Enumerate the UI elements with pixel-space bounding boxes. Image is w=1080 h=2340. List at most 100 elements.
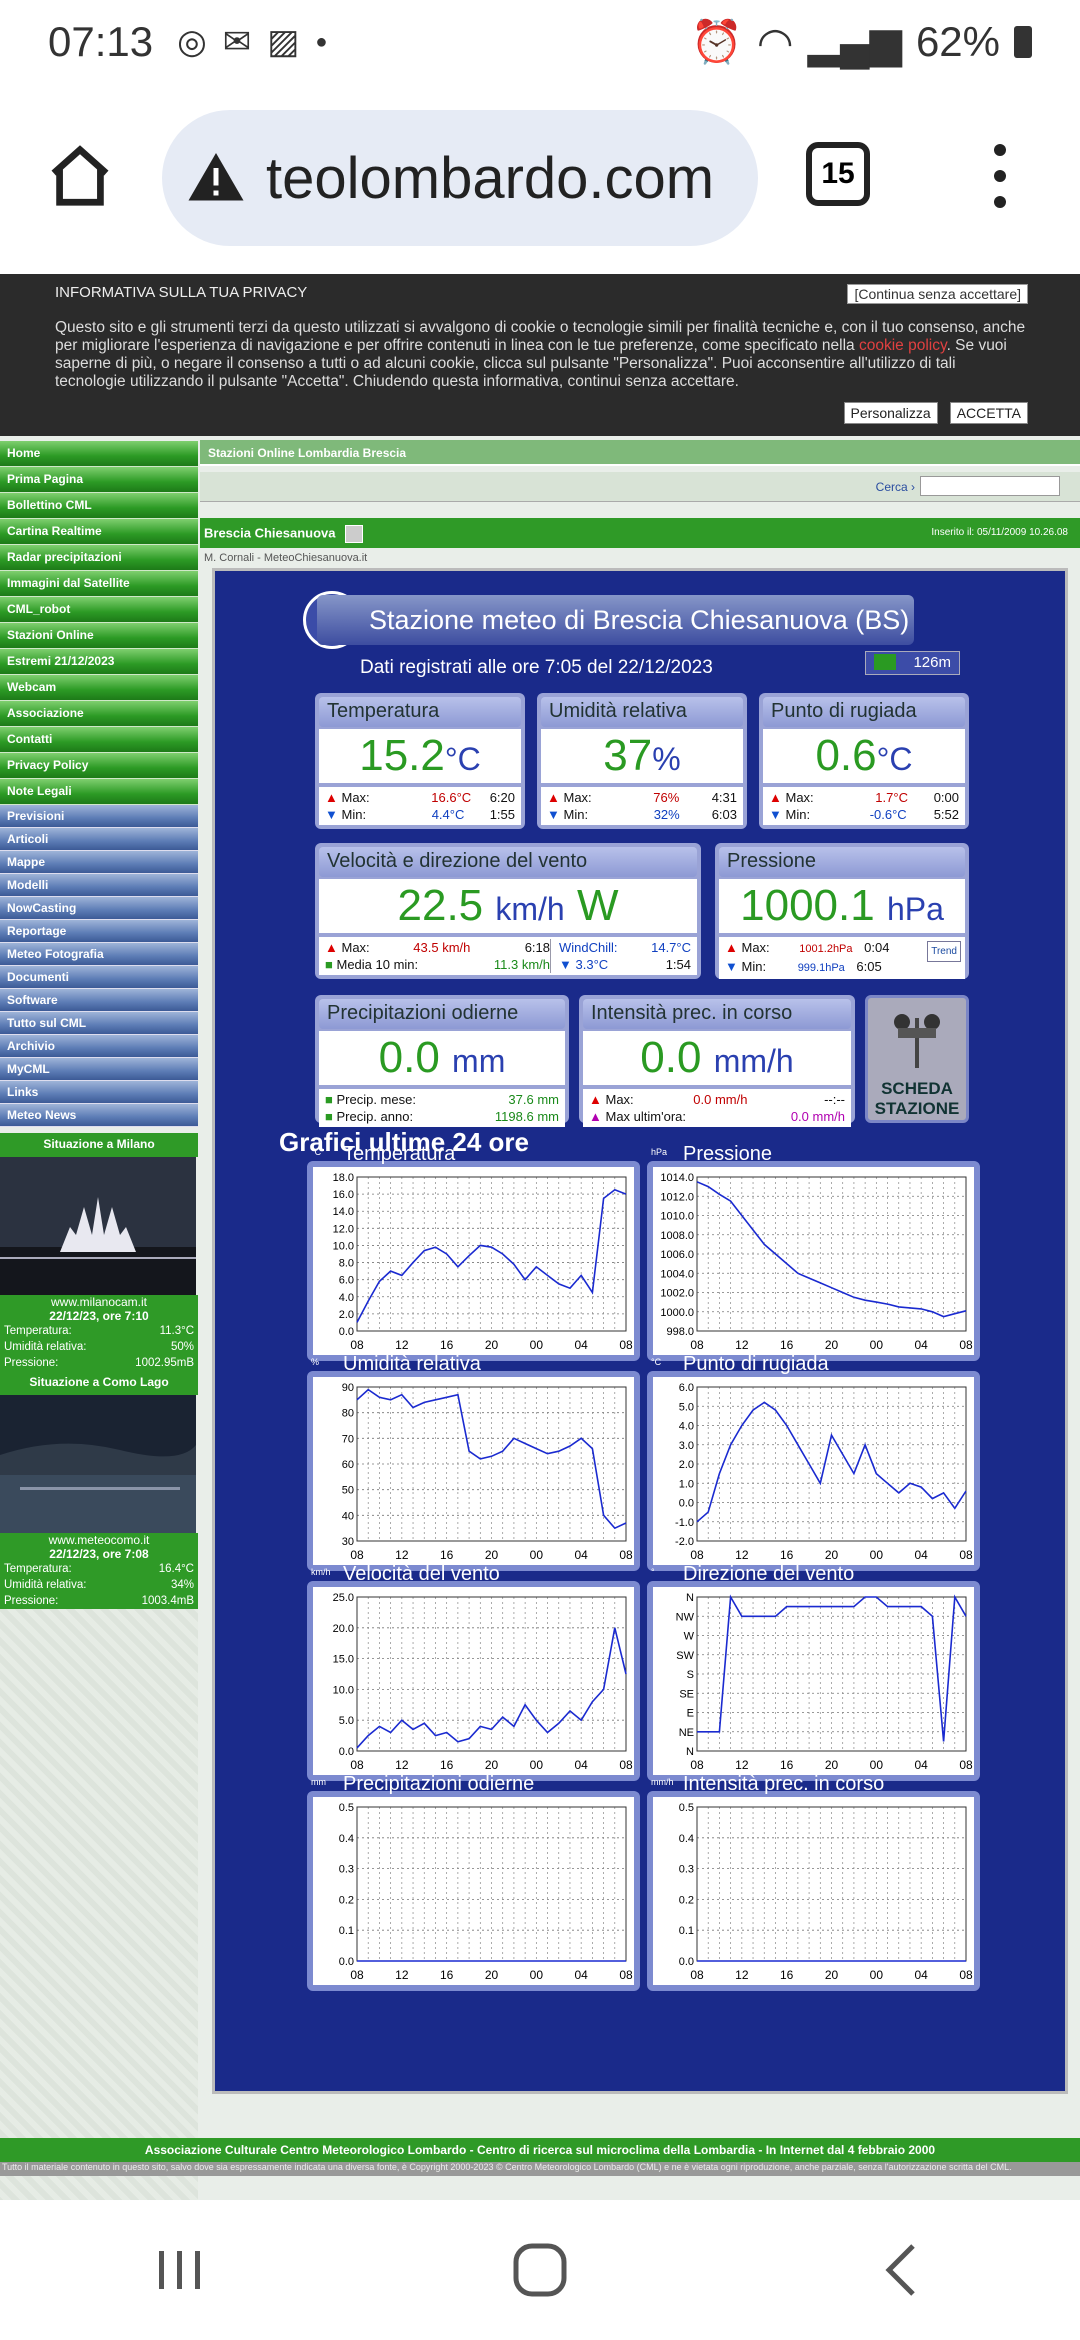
url-field[interactable]: teolombardo.com bbox=[162, 110, 758, 246]
rate-max-label: Max: bbox=[605, 1092, 634, 1107]
nav-item[interactable]: Articoli bbox=[0, 828, 198, 851]
nav-item[interactable]: Estremi 21/12/2023 bbox=[0, 649, 198, 675]
nav-item[interactable]: Tutto sul CML bbox=[0, 1012, 198, 1035]
nav-item[interactable]: Mappe bbox=[0, 851, 198, 874]
x-tick-label: 08 bbox=[959, 1548, 973, 1562]
pressure-minmax: ▲ Max: 1001.2hPa 0:04 ▼ Min: 999.1hPa 6:… bbox=[719, 937, 965, 979]
milano-webcam-image[interactable] bbox=[0, 1157, 196, 1295]
min-label: Min: bbox=[741, 959, 767, 974]
nav-item[interactable]: Webcam bbox=[0, 675, 198, 701]
station-title-bar: Brescia Chiesanuova Inserito il: 05/11/2… bbox=[200, 518, 1080, 548]
nav-item[interactable]: MyCML bbox=[0, 1058, 198, 1081]
y-tick-label: 10.0 bbox=[333, 1684, 354, 1696]
nav-item[interactable]: Immagini dal Satellite bbox=[0, 571, 198, 597]
privacy-banner: INFORMATIVA SULLA TUA PRIVACY [Continua … bbox=[0, 274, 1080, 436]
copyright: Tutto il materiale contenuto in questo s… bbox=[0, 2162, 1080, 2176]
y-tick-label: 0.3 bbox=[339, 1864, 354, 1876]
nav-item[interactable]: Associazione bbox=[0, 701, 198, 727]
x-tick-label: 08 bbox=[690, 1338, 704, 1352]
x-tick-label: 08 bbox=[350, 1548, 364, 1562]
x-tick-label: 04 bbox=[574, 1338, 588, 1352]
accept-button[interactable]: ACCETTA bbox=[949, 402, 1028, 424]
nav-item[interactable]: Archivio bbox=[0, 1035, 198, 1058]
nav-item[interactable]: Stazioni Online bbox=[0, 623, 198, 649]
x-tick-label: 00 bbox=[870, 1338, 884, 1352]
max-label: Max: bbox=[341, 790, 370, 805]
map-icon[interactable] bbox=[345, 525, 364, 543]
wind-max: 43.5 km/h bbox=[413, 940, 471, 955]
more-menu-button[interactable] bbox=[988, 144, 1012, 208]
back-button[interactable] bbox=[860, 2230, 940, 2310]
dewpoint-unit: °C bbox=[876, 741, 913, 777]
x-tick-label: 04 bbox=[914, 1758, 928, 1772]
como-webcam-image[interactable] bbox=[0, 1395, 196, 1533]
graph-plot: 0.50.40.30.20.10.008 12 16 20 00 04 08 bbox=[339, 1802, 633, 1982]
search-input[interactable] bbox=[920, 476, 1060, 496]
dewpoint-value: 0.6°C bbox=[763, 729, 965, 783]
whatsapp-icon: ◎ bbox=[177, 23, 207, 61]
x-tick-label: 08 bbox=[350, 1758, 364, 1772]
home-nav-button[interactable] bbox=[500, 2230, 580, 2310]
x-tick-label: 00 bbox=[870, 1758, 884, 1772]
humidity-number: 37 bbox=[603, 731, 653, 780]
como-site[interactable]: www.meteocomo.it bbox=[0, 1533, 198, 1547]
milano-stat-row: Temperatura: 11.3°C bbox=[0, 1323, 198, 1339]
como-stat-value: 16.4°C bbox=[158, 1563, 194, 1575]
breadcrumb[interactable]: Stazioni Online Lombardia Brescia bbox=[200, 440, 1080, 466]
windchill-min-time: 1:54 bbox=[665, 957, 691, 972]
x-tick-label: 08 bbox=[350, 1968, 364, 1982]
nav-item[interactable]: Modelli bbox=[0, 874, 198, 897]
nav-item[interactable]: NowCasting bbox=[0, 897, 198, 920]
graph-1: Temperatura °C 18.0 16.0 14.0 12.0 10.0 8.0 6.0 4… bbox=[307, 1143, 640, 1361]
x-tick-label: 08 bbox=[690, 1548, 704, 1562]
trend-button[interactable]: Trend bbox=[927, 941, 961, 962]
wind-max-time: 6:18 bbox=[524, 940, 550, 955]
nav-item[interactable]: Software bbox=[0, 989, 198, 1012]
nav-item[interactable]: Cartina Realtime bbox=[0, 519, 198, 545]
y-tick-label: SW bbox=[676, 1650, 694, 1662]
web-page: Home Prima Pagina Bollettino CML Cartina Re… bbox=[0, 436, 1080, 2239]
alarm-icon: ⏰ bbox=[690, 17, 743, 65]
x-tick-label: 04 bbox=[574, 1758, 588, 1772]
nav-item[interactable]: Radar precipitazioni bbox=[0, 545, 198, 571]
x-tick-label: 08 bbox=[690, 1758, 704, 1772]
privacy-text: Questo sito e gli strumenti terzi da que… bbox=[55, 319, 1030, 391]
y-tick-label: 90 bbox=[342, 1382, 354, 1394]
tab-switcher-button[interactable]: 15 bbox=[806, 142, 870, 206]
milano-stat-row: Pressione: 1002.95mB bbox=[0, 1355, 198, 1371]
continue-without-accept[interactable]: [Continua senza accettare] bbox=[847, 284, 1028, 304]
nav-item[interactable]: Home bbox=[0, 441, 198, 467]
nav-item[interactable]: Contatti bbox=[0, 727, 198, 753]
x-tick-label: 08 bbox=[959, 1758, 973, 1772]
temperature-label: Temperatura bbox=[319, 697, 521, 727]
nav-item[interactable]: Documenti bbox=[0, 966, 198, 989]
como-stat-label: Temperatura: bbox=[4, 1563, 72, 1575]
nav-item[interactable]: Previsioni bbox=[0, 805, 198, 828]
nav-item[interactable]: Prima Pagina bbox=[0, 467, 198, 493]
cookie-policy-link[interactable]: cookie policy bbox=[859, 337, 947, 354]
hum-min-time: 6:03 bbox=[711, 807, 737, 822]
dew-max: 1.7°C bbox=[875, 790, 908, 805]
nav-item[interactable]: Meteo Fotografia bbox=[0, 943, 198, 966]
recents-button[interactable] bbox=[140, 2230, 220, 2310]
nav-item[interactable]: Meteo News bbox=[0, 1104, 198, 1127]
milano-site[interactable]: www.milanocam.it bbox=[0, 1295, 198, 1309]
nav-item[interactable]: Reportage bbox=[0, 920, 198, 943]
home-button[interactable] bbox=[40, 136, 120, 216]
nav-item[interactable]: CML_robot bbox=[0, 597, 198, 623]
x-tick-label: 12 bbox=[395, 1548, 409, 1562]
y-tick-label: 6.0 bbox=[679, 1382, 694, 1394]
milano-stat-row: Umidità relativa: 50% bbox=[0, 1339, 198, 1355]
nav-item[interactable]: Privacy Policy bbox=[0, 753, 198, 779]
customize-button[interactable]: Personalizza bbox=[843, 402, 938, 424]
y-tick-label: 30 bbox=[342, 1536, 354, 1548]
graph-unit: °C bbox=[651, 1357, 662, 1367]
dew-min-time: 5:52 bbox=[933, 807, 959, 822]
milano-date: 22/12/23, ore 7:10 bbox=[0, 1309, 198, 1323]
station-sheet-button[interactable]: SCHEDA STAZIONE bbox=[865, 995, 969, 1123]
rain-year: 1198.6 mm bbox=[494, 1109, 559, 1124]
nav-item[interactable]: Note Legali bbox=[0, 779, 198, 805]
nav-item[interactable]: Links bbox=[0, 1081, 198, 1104]
nav-item[interactable]: Bollettino CML bbox=[0, 493, 198, 519]
graph-title: Precipitazioni odierne bbox=[343, 1773, 535, 1795]
